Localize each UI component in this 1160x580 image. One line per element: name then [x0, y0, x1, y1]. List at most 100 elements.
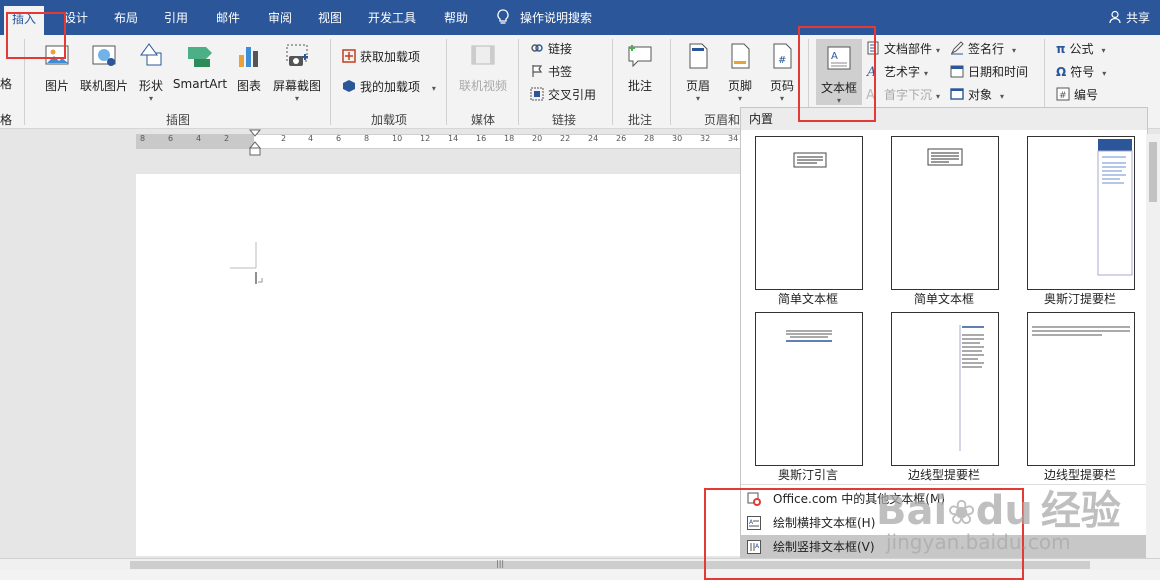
chevron-down-icon: ▾ — [1101, 46, 1106, 55]
ruler-tick-label: 8 — [140, 134, 146, 143]
link-button[interactable]: 链接 — [530, 39, 572, 59]
online-picture-button[interactable]: 联机图片 — [78, 41, 130, 94]
ruler-tick-label: 4 — [308, 134, 314, 143]
tell-me-search[interactable]: 操作说明搜索 — [496, 0, 592, 35]
smartart-button[interactable]: SmartArt — [172, 41, 228, 91]
store-icon — [342, 49, 356, 63]
my-addins-label: 我的加载项 — [360, 80, 421, 94]
tab-layout[interactable]: 布局 — [114, 0, 138, 35]
bookmark-icon — [532, 65, 543, 77]
ruler-tick-label: 18 — [504, 134, 515, 143]
tab-view[interactable]: 视图 — [318, 0, 342, 35]
austin-sidebar-preview — [1097, 139, 1133, 276]
scroll-thumb[interactable] — [130, 561, 1090, 569]
object-label: 对象 — [968, 88, 993, 102]
date-time-button[interactable]: 日期和时间 — [950, 62, 1028, 82]
office-textbox-icon — [747, 492, 761, 506]
builtin-label: 内置 — [749, 112, 774, 126]
bar-chart-icon — [239, 47, 258, 67]
gallery-thumb-sideline-sidebar-2[interactable] — [1027, 312, 1135, 466]
gallery-thumb-sideline-sidebar-1[interactable] — [891, 312, 999, 466]
chevron-down-icon: ▾ — [1000, 92, 1005, 101]
equation-button[interactable]: π 公式 ▾ — [1056, 39, 1106, 59]
screenshot-label: 屏幕截图 — [272, 79, 321, 93]
object-button[interactable]: 对象 ▾ — [950, 85, 1004, 105]
my-addins-button[interactable]: 我的加载项 ▾ — [342, 77, 436, 97]
symbol-button[interactable]: Ω 符号 ▾ — [1056, 62, 1106, 82]
chevron-down-icon: ▾ — [936, 92, 941, 101]
pi-icon: π — [1056, 42, 1066, 56]
new-comment-button[interactable]: 批注 — [622, 41, 658, 94]
share-button[interactable]: 共享 — [1109, 0, 1150, 35]
screenshot-button[interactable]: 屏幕截图 ▾ — [270, 41, 324, 103]
document-page[interactable] — [136, 174, 740, 556]
scroll-thumb[interactable] — [1149, 142, 1157, 202]
ruler-tick-label: 22 — [560, 134, 571, 143]
gallery-thumb-austin-sidebar[interactable] — [1027, 136, 1135, 290]
page-number-button[interactable]: # 页码 ▾ — [764, 41, 800, 103]
wordart-button[interactable]: A 艺术字 ▾ — [866, 62, 928, 82]
chevron-down-icon: ▾ — [1102, 69, 1107, 78]
gallery-thumb-simple-2[interactable] — [891, 136, 999, 290]
number-button[interactable]: # 编号 — [1056, 85, 1098, 105]
date-time-label: 日期和时间 — [968, 65, 1029, 79]
quick-parts-button[interactable]: 文档部件 ▾ — [866, 39, 940, 59]
header-icon — [689, 43, 708, 69]
addin-cube-icon — [343, 80, 355, 92]
ruler-tick-label: 8 — [364, 134, 370, 143]
drop-cap-button[interactable]: A 首字下沉 ▾ — [866, 85, 940, 105]
links-group-label: 链接 — [551, 113, 576, 127]
ruler-tick-label: 30 — [672, 134, 683, 143]
chevron-down-icon: ▾ — [294, 94, 299, 103]
ruler-tick-label: 12 — [420, 134, 431, 143]
signature-line-label: 签名行 — [968, 42, 1005, 56]
ruler-tick-label: 34 — [728, 134, 739, 143]
indent-marker-icon[interactable] — [249, 129, 261, 156]
ruler-tick-label: 16 — [476, 134, 487, 143]
svg-text:A: A — [866, 65, 876, 78]
quick-parts-icon — [867, 41, 879, 55]
tab-references[interactable]: 引用 — [164, 0, 188, 35]
svg-text:A: A — [831, 51, 838, 62]
sideline-sidebar-preview — [959, 325, 984, 451]
picture-button[interactable]: 图片 — [40, 41, 74, 94]
tab-review[interactable]: 审阅 — [268, 0, 292, 35]
number-label: 编号 — [1074, 88, 1099, 102]
drop-cap-icon: A — [866, 88, 875, 101]
chevron-down-icon: ▾ — [779, 94, 784, 103]
tab-design[interactable]: 设计 — [64, 0, 88, 35]
signature-pen-icon — [950, 41, 964, 55]
chevron-down-icon: ▾ — [148, 94, 153, 103]
cross-reference-label: 交叉引用 — [548, 88, 597, 102]
status-bar — [0, 570, 1160, 580]
tab-mailings[interactable]: 邮件 — [216, 0, 240, 35]
signature-line-button[interactable]: 签名行 ▾ — [950, 39, 1016, 59]
footer-button[interactable]: 页脚 ▾ — [722, 41, 758, 103]
tab-insert[interactable]: 插入 — [4, 6, 45, 35]
svg-text:#: # — [1059, 91, 1067, 101]
gallery-thumb-austin-quote[interactable] — [755, 312, 863, 466]
wordart-label: 艺术字 — [884, 65, 921, 79]
bookmark-button[interactable]: 书签 — [530, 62, 572, 82]
equation-label: 公式 — [1069, 42, 1094, 56]
chart-button[interactable]: 图表 — [232, 41, 266, 94]
cross-reference-button[interactable]: 交叉引用 — [530, 85, 596, 105]
tab-help[interactable]: 帮助 — [444, 0, 468, 35]
shapes-button[interactable]: 形状 ▾ — [134, 41, 168, 103]
get-addins-button[interactable]: 获取加载项 — [342, 47, 420, 67]
addins-group-label: 加载项 — [370, 113, 407, 127]
textbox-button[interactable]: A 文本框 ▾ — [816, 39, 862, 105]
gallery-scrollbar[interactable] — [1146, 134, 1160, 558]
gallery-thumb-simple-1[interactable] — [755, 136, 863, 290]
textbox-icon: A — [827, 46, 851, 70]
chevron-down-icon: ▾ — [737, 94, 742, 103]
share-label: 共享 — [1125, 11, 1150, 25]
online-video-button[interactable]: 联机视频 — [456, 41, 510, 94]
header-button[interactable]: 页眉 ▾ — [680, 41, 716, 103]
separator — [330, 39, 331, 125]
watermark-brand2: du — [975, 488, 1033, 534]
ruler-tick-label: 32 — [700, 134, 711, 143]
footer-label: 页脚 — [727, 79, 752, 93]
tab-developer[interactable]: 开发工具 — [368, 0, 416, 35]
ruler-tick-label: 14 — [448, 134, 459, 143]
